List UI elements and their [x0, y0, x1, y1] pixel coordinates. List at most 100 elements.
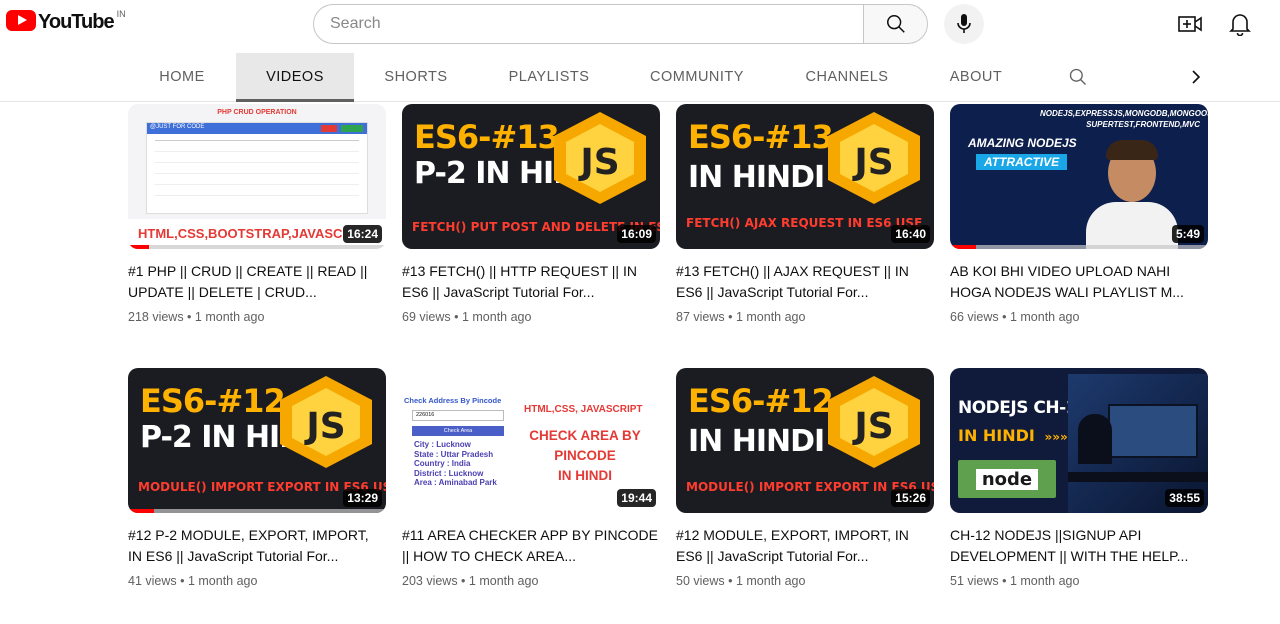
- video-card[interactable]: ES6-#13 P-2 IN HINDI JS FETCH() PUT POST…: [402, 104, 660, 334]
- thumb-results: City : Lucknow State : Uttar Pradesh Cou…: [414, 440, 497, 488]
- search-icon: [886, 15, 905, 33]
- youtube-logo[interactable]: YouTube IN: [6, 9, 126, 34]
- search-box: [313, 4, 928, 44]
- thumb-big-text: CHECK AREA BY PINCODE IN HINDI: [522, 426, 648, 486]
- thumb-line2: IN HINDI »»»: [958, 426, 1068, 445]
- video-title[interactable]: #1 PHP || CRUD || CREATE || READ || UPDA…: [128, 261, 386, 303]
- video-title[interactable]: #13 FETCH() || HTTP REQUEST || IN ES6 ||…: [402, 261, 660, 303]
- thumb-big-line: CHECK AREA BY: [529, 428, 641, 443]
- voice-search-button[interactable]: [944, 4, 984, 44]
- channel-search-button[interactable]: [1066, 65, 1090, 89]
- video-title[interactable]: #12 MODULE, EXPORT, IMPORT, IN ES6 || Ja…: [676, 525, 934, 567]
- thumb-line1: ES6-#13: [688, 118, 834, 156]
- search-icon: [1069, 68, 1086, 85]
- thumb-caption: FETCH() AJAX REQUEST IN ES6 USE: [686, 216, 923, 230]
- search-input[interactable]: [313, 4, 863, 44]
- tab-community[interactable]: COMMUNITY: [638, 53, 756, 101]
- thumb-result-line: Area : Aminabad Park: [414, 478, 497, 487]
- notifications-button[interactable]: [1226, 10, 1254, 38]
- video-thumbnail[interactable]: NODEJS CH-12 IN HINDI »»» node 38:55: [950, 368, 1208, 513]
- video-title[interactable]: #12 P-2 MODULE, EXPORT, IMPORT, IN ES6 |…: [128, 525, 386, 567]
- video-meta: 218 views • 1 month ago: [128, 310, 265, 324]
- thumb-table-panel: @JUST FOR CODE: [146, 122, 368, 214]
- thumb-result-line: District : Lucknow: [414, 468, 484, 478]
- mic-icon: [957, 14, 971, 33]
- js-logo-text: JS: [851, 406, 893, 447]
- logo-text: YouTube: [38, 11, 115, 33]
- top-bar: YouTube IN: [0, 0, 1280, 48]
- video-duration: 38:55: [1165, 489, 1204, 507]
- video-thumbnail[interactable]: ES6-#12 IN HINDI JS MODULE() IMPORT EXPO…: [676, 368, 934, 513]
- js-logo-icon: JS: [280, 376, 372, 468]
- thumb-form-title: Check Address By Pincode: [404, 396, 502, 405]
- video-meta: 69 views • 1 month ago: [402, 310, 532, 324]
- thumb-line1: ES6-#12: [140, 382, 286, 420]
- video-duration: 13:29: [343, 489, 382, 507]
- video-meta: 203 views • 1 month ago: [402, 574, 539, 588]
- thumb-pincode-field: 226016: [412, 410, 504, 421]
- video-meta: 87 views • 1 month ago: [676, 310, 806, 324]
- video-meta: 51 views • 1 month ago: [950, 574, 1080, 588]
- thumb-person: [1086, 140, 1178, 249]
- video-thumbnail[interactable]: PHP CRUD OPERATION @JUST FOR CODE HTML,C…: [128, 104, 386, 249]
- search-button[interactable]: [863, 4, 928, 44]
- thumb-brand: @JUST FOR CODE: [150, 124, 205, 130]
- video-duration: 19:44: [617, 489, 656, 507]
- tab-videos[interactable]: VIDEOS: [236, 53, 354, 102]
- video-thumbnail[interactable]: ES6-#12 P-2 IN HINDI JS MODULE() IMPORT …: [128, 368, 386, 513]
- thumb-tag: HTML,CSS, JAVASCRIPT: [524, 404, 643, 415]
- video-card[interactable]: ES6-#12 IN HINDI JS MODULE() IMPORT EXPO…: [676, 368, 934, 598]
- js-logo-text: JS: [303, 406, 345, 447]
- tabs-scroll-right-button[interactable]: [1184, 65, 1208, 89]
- js-logo-icon: JS: [828, 112, 920, 204]
- video-thumbnail[interactable]: Check Address By Pincode 226016 Check Ar…: [402, 368, 660, 513]
- video-title[interactable]: AB KOI BHI VIDEO UPLOAD NAHI HOGA NODEJS…: [950, 261, 1208, 303]
- video-thumbnail[interactable]: ES6-#13 IN HINDI JS FETCH() AJAX REQUEST…: [676, 104, 934, 249]
- video-title[interactable]: CH-12 NODEJS ||SIGNUP API DEVELOPMENT ||…: [950, 525, 1208, 567]
- thumb-caption: HTML,CSS,BOOTSTRAP,JAVASC: [138, 226, 343, 241]
- video-thumbnail[interactable]: ES6-#13 P-2 IN HINDI JS FETCH() PUT POST…: [402, 104, 660, 249]
- bell-icon: [1229, 14, 1251, 36]
- video-card[interactable]: NODEJS,EXPRESSJS,MONGODB,MONGOOSE, SUPER…: [950, 104, 1208, 334]
- video-title[interactable]: #11 AREA CHECKER APP BY PINCODE || HOW T…: [402, 525, 660, 567]
- video-duration: 15:26: [891, 489, 930, 507]
- video-card[interactable]: ES6-#13 IN HINDI JS FETCH() AJAX REQUEST…: [676, 104, 934, 334]
- tab-channels[interactable]: CHANNELS: [790, 53, 904, 101]
- video-title[interactable]: #13 FETCH() || AJAX REQUEST || IN ES6 ||…: [676, 261, 934, 303]
- thumb-result-line: Country : India: [414, 459, 471, 468]
- chevron-right-icon: [1192, 70, 1201, 84]
- thumb-line2: IN HINDI: [688, 424, 825, 459]
- tab-home[interactable]: HOME: [130, 53, 234, 101]
- video-card[interactable]: Check Address By Pincode 226016 Check Ar…: [402, 368, 660, 598]
- watch-progress-track: [128, 509, 386, 513]
- video-duration: 16:40: [891, 225, 930, 243]
- thumb-line2-text: IN HINDI: [958, 426, 1035, 445]
- video-duration: 16:09: [617, 225, 656, 243]
- thumb-check-button: Check Area: [412, 426, 504, 436]
- js-logo-text: JS: [577, 142, 619, 183]
- video-meta: 50 views • 1 month ago: [676, 574, 806, 588]
- video-thumbnail[interactable]: NODEJS,EXPRESSJS,MONGODB,MONGOOSE, SUPER…: [950, 104, 1208, 249]
- create-video-icon: [1178, 16, 1202, 32]
- js-logo-icon: JS: [554, 112, 646, 204]
- watch-progress-track: [950, 245, 1208, 249]
- video-duration: 16:24: [343, 225, 382, 243]
- tab-playlists[interactable]: PLAYLISTS: [490, 53, 608, 101]
- video-duration: 5:49: [1171, 225, 1204, 243]
- node-logo-badge: node: [958, 460, 1056, 498]
- video-card[interactable]: PHP CRUD OPERATION @JUST FOR CODE HTML,C…: [128, 104, 386, 334]
- tab-about[interactable]: ABOUT: [936, 53, 1016, 101]
- video-meta: 66 views • 1 month ago: [950, 310, 1080, 324]
- watch-progress: [128, 245, 149, 249]
- thumb-top-text: NODEJS,EXPRESSJS,MONGODB,MONGOOSE, SUPER…: [1040, 109, 1208, 129]
- video-meta: 41 views • 1 month ago: [128, 574, 258, 588]
- watch-progress: [128, 509, 154, 513]
- create-button[interactable]: [1176, 10, 1204, 38]
- video-card[interactable]: NODEJS CH-12 IN HINDI »»» node 38:55 CH-…: [950, 368, 1208, 598]
- tab-shorts[interactable]: SHORTS: [360, 53, 472, 101]
- video-card[interactable]: ES6-#12 P-2 IN HINDI JS MODULE() IMPORT …: [128, 368, 386, 598]
- watch-progress: [950, 245, 976, 249]
- thumb-result-line: State : Uttar Pradesh: [414, 449, 494, 459]
- js-logo-text: JS: [851, 142, 893, 183]
- thumb-arrows: »»»: [1044, 430, 1068, 444]
